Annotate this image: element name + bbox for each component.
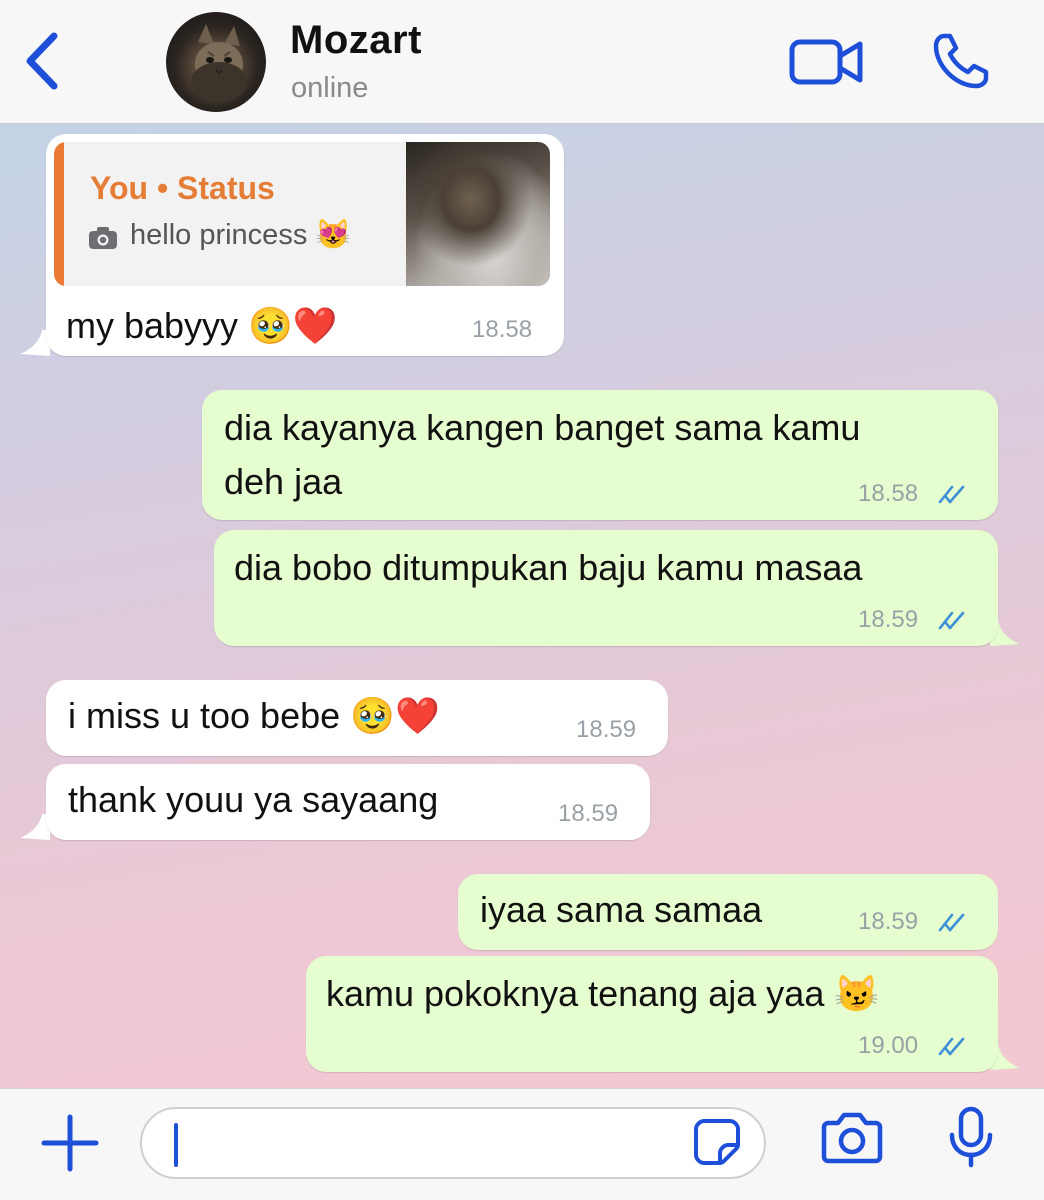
- sticker-icon: [694, 1119, 740, 1165]
- quote-caption: hello princess 😻: [130, 219, 352, 251]
- message-bubble-outgoing[interactable]: iyaa sama samaa 18.59: [458, 874, 998, 950]
- phone-icon: [933, 33, 989, 89]
- camera-icon: [89, 227, 117, 249]
- voice-call-button[interactable]: [930, 30, 992, 92]
- message-input[interactable]: [140, 1107, 766, 1179]
- chevron-left-icon: [26, 32, 58, 90]
- message-text: my babyyy 🥹❤️: [66, 305, 338, 346]
- message-time: 18.58: [472, 316, 533, 343]
- video-call-button[interactable]: [788, 36, 866, 88]
- message-text: dia bobo ditumpukan baju kamu masaa: [234, 547, 863, 588]
- text-caret: [174, 1123, 178, 1167]
- cat-photo: [191, 24, 247, 102]
- composer-bar: [0, 1088, 1044, 1200]
- message-list[interactable]: You • Status hello princess 😻 my babyyy …: [0, 124, 1044, 1088]
- message-text: iyaa sama samaa: [480, 889, 763, 930]
- read-receipt-icon: [938, 485, 965, 504]
- back-button[interactable]: [18, 26, 68, 96]
- microphone-icon: [949, 1106, 993, 1168]
- contact-status: online: [291, 72, 369, 104]
- video-camera-icon: [789, 39, 863, 85]
- message-time: 18.59: [558, 800, 619, 827]
- message-text-line-1: dia kayanya kangen banget sama kamu: [224, 407, 861, 448]
- message-text: i miss u too bebe 🥹❤️: [68, 695, 440, 736]
- message-text: kamu pokoknya tenang aja yaa 😼: [326, 973, 880, 1014]
- sticker-button[interactable]: [692, 1117, 742, 1167]
- message-bubble-incoming[interactable]: i miss u too bebe 🥹❤️ 18.59: [46, 680, 668, 756]
- voice-message-button[interactable]: [946, 1105, 996, 1169]
- camera-icon: [821, 1112, 883, 1164]
- camera-button[interactable]: [820, 1109, 884, 1165]
- message-time: 18.58: [858, 480, 919, 507]
- message-bubble-incoming[interactable]: thank youu ya sayaang 18.59: [46, 764, 650, 840]
- message-text: thank youu ya sayaang: [68, 779, 439, 820]
- read-receipt-icon: [938, 1037, 965, 1056]
- status-thumbnail: [406, 142, 550, 286]
- message-bubble-outgoing[interactable]: dia bobo ditumpukan baju kamu masaa 18.5…: [214, 530, 998, 646]
- message-text-line-2: deh jaa: [224, 461, 343, 502]
- message-bubble-outgoing[interactable]: dia kayanya kangen banget sama kamu deh …: [202, 390, 998, 520]
- chat-header: Mozart online: [0, 0, 1044, 124]
- message-time: 19.00: [858, 1032, 919, 1059]
- quote-title: You • Status: [90, 170, 275, 206]
- plus-icon: [41, 1114, 99, 1172]
- message-bubble-outgoing[interactable]: kamu pokoknya tenang aja yaa 😼 19.00: [306, 956, 998, 1072]
- contact-name[interactable]: Mozart: [290, 18, 422, 63]
- attach-button[interactable]: [38, 1111, 102, 1175]
- quoted-status[interactable]: You • Status hello princess 😻: [54, 142, 550, 286]
- message-time: 18.59: [858, 908, 919, 935]
- contact-avatar[interactable]: [166, 12, 266, 112]
- message-time: 18.59: [576, 716, 637, 743]
- read-receipt-icon: [938, 913, 965, 932]
- message-bubble-incoming[interactable]: You • Status hello princess 😻 my babyyy …: [46, 134, 564, 356]
- message-time: 18.59: [858, 606, 919, 633]
- read-receipt-icon: [938, 611, 965, 630]
- quote-accent-bar: [54, 142, 64, 286]
